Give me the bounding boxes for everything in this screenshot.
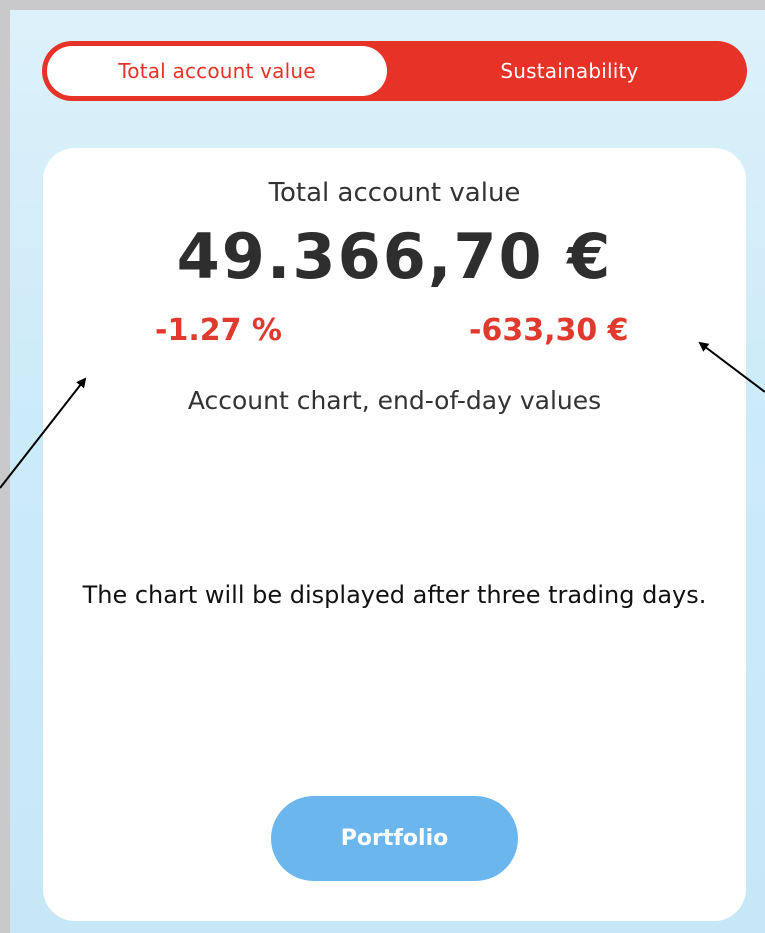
card-title: Total account value — [268, 178, 521, 208]
tab-sustainability[interactable]: Sustainability — [392, 41, 747, 101]
chart-placeholder-message: The chart will be displayed after three … — [82, 581, 707, 609]
change-amount: -633,30 € — [469, 313, 629, 348]
tab-total-account-value-label: Total account value — [118, 59, 316, 83]
tab-sustainability-label: Sustainability — [500, 59, 639, 83]
view-toggle: Total account value Sustainability — [42, 41, 747, 101]
change-percent: -1.27 % — [155, 313, 282, 348]
portfolio-button-label: Portfolio — [340, 826, 449, 851]
portfolio-button[interactable]: Portfolio — [271, 796, 518, 881]
app-screen: Total account value Sustainability Total… — [10, 10, 765, 933]
tab-total-account-value[interactable]: Total account value — [47, 46, 387, 96]
chart-title: Account chart, end-of-day values — [187, 386, 602, 415]
account-value-card: Total account value 49.366,70 € -1.27 % … — [43, 148, 746, 921]
total-account-value: 49.366,70 € — [176, 220, 613, 293]
